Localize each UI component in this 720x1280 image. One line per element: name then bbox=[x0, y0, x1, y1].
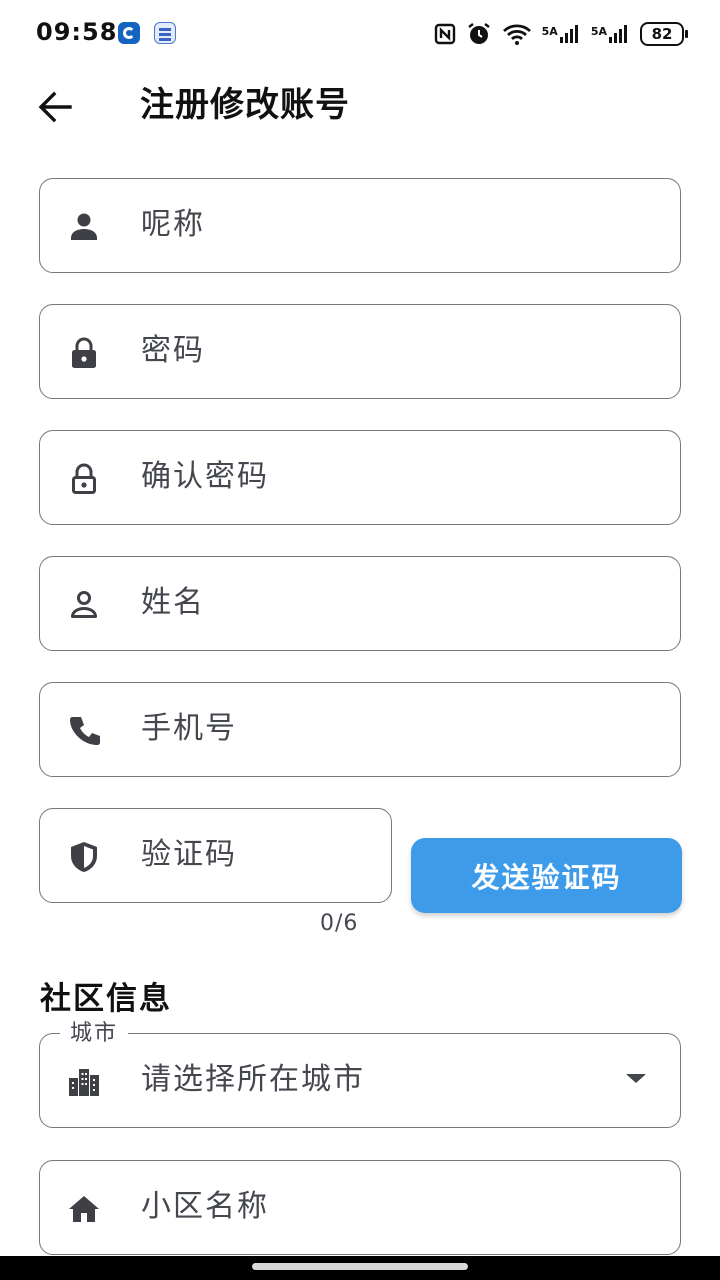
status-icons: 5A 5A 82 bbox=[434, 20, 688, 48]
person-outline-icon bbox=[71, 591, 97, 618]
section-title: 社区信息 bbox=[40, 981, 172, 1017]
community-name-field[interactable]: 小区名称 bbox=[39, 1160, 681, 1255]
city-placeholder: 请选择所在城市 bbox=[141, 1062, 365, 1097]
password-field[interactable]: 密码 bbox=[39, 304, 681, 399]
send-code-button[interactable]: 发送验证码 bbox=[411, 838, 682, 913]
signal-2: 5A bbox=[591, 24, 630, 44]
phone-placeholder: 手机号 bbox=[141, 711, 237, 746]
battery-indicator: 82 bbox=[640, 22, 688, 46]
phone-field[interactable]: 手机号 bbox=[39, 682, 681, 777]
nickname-placeholder: 呢称 bbox=[141, 207, 205, 242]
phone-icon bbox=[70, 717, 100, 745]
lock-outline-icon bbox=[72, 463, 96, 494]
confirm-password-field[interactable]: 确认密码 bbox=[39, 430, 681, 525]
confirm-password-placeholder: 确认密码 bbox=[141, 459, 269, 494]
person-icon bbox=[71, 213, 97, 240]
nickname-field[interactable]: 呢称 bbox=[39, 178, 681, 273]
code-placeholder: 验证码 bbox=[141, 837, 237, 872]
name-field[interactable]: 姓名 bbox=[39, 556, 681, 651]
signal-1: 5A bbox=[542, 24, 581, 44]
status-bar: 09:58 5A 5A 82 bbox=[0, 0, 720, 70]
password-placeholder: 密码 bbox=[141, 333, 205, 368]
nfc-icon bbox=[434, 23, 455, 45]
community-name-placeholder: 小区名称 bbox=[141, 1189, 269, 1224]
wifi-icon bbox=[502, 24, 531, 45]
code-field[interactable]: 验证码 bbox=[39, 808, 392, 903]
home-indicator[interactable] bbox=[252, 1263, 468, 1270]
dropdown-arrow-icon bbox=[626, 1074, 646, 1083]
shield-icon bbox=[71, 842, 97, 872]
city-label: 城市 bbox=[60, 1020, 129, 1048]
name-placeholder: 姓名 bbox=[141, 585, 205, 620]
back-arrow-icon[interactable] bbox=[30, 82, 80, 132]
alarm-icon bbox=[467, 23, 490, 44]
app-notification-icon bbox=[118, 22, 140, 44]
code-counter: 0/6 bbox=[320, 911, 359, 936]
app-notification-icon-2 bbox=[154, 22, 176, 44]
status-time: 09:58 bbox=[36, 18, 118, 46]
signal-icon bbox=[609, 25, 627, 43]
page-title: 注册修改账号 bbox=[140, 85, 350, 125]
signal-icon bbox=[559, 25, 578, 43]
lock-icon bbox=[72, 337, 96, 368]
city-icon bbox=[69, 1069, 99, 1096]
home-icon bbox=[69, 1196, 99, 1222]
city-select[interactable]: 请选择所在城市 bbox=[39, 1033, 681, 1128]
navigation-bar bbox=[0, 1256, 720, 1280]
